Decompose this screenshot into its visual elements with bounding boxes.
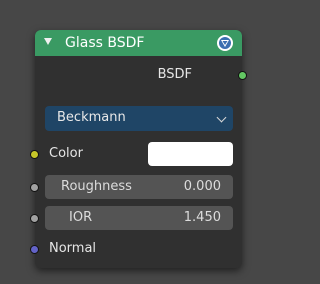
ior-label: IOR bbox=[69, 210, 93, 225]
output-label-bsdf: BSDF bbox=[157, 67, 192, 82]
distribution-selected-value: Beckmann bbox=[57, 110, 126, 125]
color-label: Color bbox=[49, 146, 83, 161]
roughness-field[interactable]: Roughness 0.000 bbox=[45, 175, 233, 199]
collapse-arrow-icon[interactable] bbox=[44, 38, 52, 45]
color-swatch[interactable] bbox=[148, 142, 233, 166]
ior-field[interactable]: IOR 1.450 bbox=[45, 206, 233, 230]
node-header[interactable]: Glass BSDF bbox=[35, 30, 242, 56]
roughness-value: 0.000 bbox=[183, 179, 221, 194]
chevron-down-icon bbox=[216, 112, 227, 123]
input-socket-color[interactable] bbox=[30, 150, 39, 159]
input-socket-ior[interactable] bbox=[30, 214, 39, 223]
node-title: Glass BSDF bbox=[65, 35, 145, 51]
roughness-label: Roughness bbox=[61, 179, 132, 194]
glass-bsdf-node[interactable]: Glass BSDF BSDF Beckmann Color Roughness… bbox=[30, 30, 247, 268]
distribution-dropdown[interactable]: Beckmann bbox=[45, 106, 233, 131]
node-editor-canvas: Glass BSDF BSDF Beckmann Color Roughness… bbox=[0, 0, 255, 284]
input-socket-normal[interactable] bbox=[30, 245, 39, 254]
sphere-preview-icon[interactable] bbox=[216, 34, 234, 52]
normal-label: Normal bbox=[49, 241, 97, 256]
input-socket-roughness[interactable] bbox=[30, 183, 39, 192]
ior-value: 1.450 bbox=[183, 210, 221, 225]
output-socket-bsdf[interactable] bbox=[238, 71, 247, 80]
